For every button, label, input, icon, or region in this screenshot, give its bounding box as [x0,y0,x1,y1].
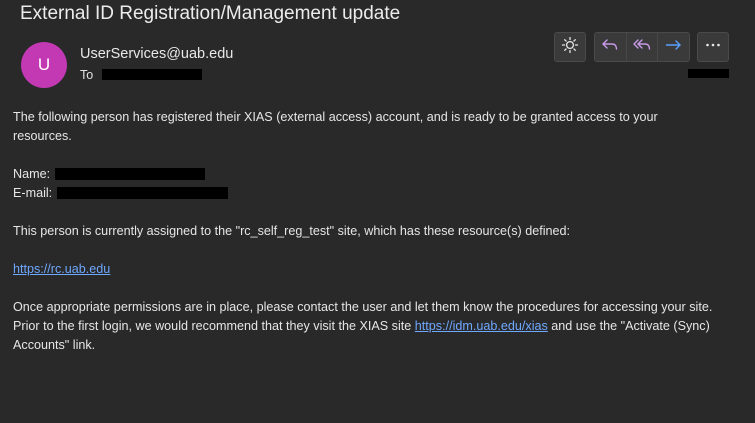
email-line: E-mail: [13,184,713,203]
redacted-email [57,187,228,199]
forward-icon [664,36,684,59]
redacted-name [55,168,205,180]
resource-paragraph: https://rc.uab.edu [13,260,713,279]
theme-toggle-button[interactable] [555,33,585,61]
intro-paragraph: The following person has registered thei… [13,110,658,143]
to-label: To [80,68,94,82]
reply-toolbar [594,32,690,62]
more-toolbar [697,32,729,62]
email-label: E-mail: [13,186,53,200]
reply-button[interactable] [595,33,626,61]
theme-toolbar [554,32,586,62]
forward-button[interactable] [657,33,689,61]
reply-all-button[interactable] [625,33,658,61]
email-body: The following person has registered thei… [13,108,713,374]
reply-icon [600,36,620,59]
sun-icon [561,36,579,59]
closing-paragraph: Once appropriate permissions are in plac… [13,298,713,355]
more-actions-button[interactable] [698,33,728,61]
resource-link[interactable]: https://rc.uab.edu [13,262,110,276]
email-subject: External ID Registration/Management upda… [20,3,401,24]
name-label: Name: [13,167,51,181]
sender-address[interactable]: UserServices@uab.edu [80,46,233,62]
avatar[interactable]: U [21,42,67,88]
avatar-initial: U [37,55,51,74]
site-paragraph: This person is currently assigned to the… [13,224,571,238]
redacted-recipient [102,69,202,80]
name-line: Name: [13,165,713,184]
xias-link[interactable]: https://idm.uab.edu/xias [415,319,548,333]
redacted-date [688,69,729,78]
reply-all-icon [632,36,652,59]
more-icon [704,36,722,59]
